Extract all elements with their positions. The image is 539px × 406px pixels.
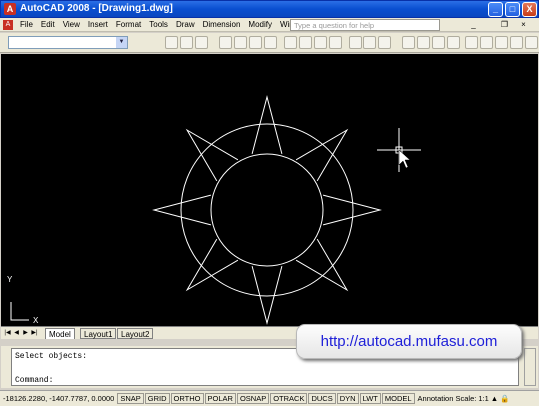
new-icon[interactable] [165,36,178,49]
status-ducs-button[interactable]: DUCS [308,393,336,404]
plot-preview-icon[interactable] [234,36,247,49]
status-polar-button[interactable]: POLAR [204,393,236,404]
website-url-banner: http://autocad.mufasu.com [296,324,522,359]
annotation-scale-value[interactable]: 1:1 [478,394,488,403]
copy-icon[interactable] [299,36,312,49]
tab-model[interactable]: Model [45,328,75,339]
menu-view[interactable]: View [59,19,84,30]
star-point[interactable] [322,194,382,226]
star-point[interactable] [185,238,239,292]
doc-minimize-button[interactable]: _ [468,20,479,30]
tool-palettes-icon[interactable] [495,36,508,49]
doc-restore-button[interactable]: ❐ [499,20,510,30]
undo-icon[interactable] [363,36,376,49]
menu-edit[interactable]: Edit [37,19,59,30]
status-dyn-button[interactable]: DYN [336,393,359,404]
ucs-icon[interactable] [10,302,29,321]
command-scrollbar[interactable] [524,348,536,386]
menu-insert[interactable]: Insert [84,19,112,30]
annotation-scale-label: Annotation Scale: [417,394,477,403]
menu-dimension[interactable]: Dimension [199,19,245,30]
star-point[interactable] [251,265,283,325]
paste-icon[interactable] [314,36,327,49]
mouse-pointer-icon[interactable] [398,149,411,169]
open-icon[interactable] [180,36,193,49]
outer-circle[interactable] [180,123,354,297]
properties-icon[interactable] [465,36,478,49]
status-model-button[interactable]: MODEL [381,393,415,404]
window-title: AutoCAD 2008 - [Drawing1.dwg] [20,3,173,14]
plot-icon[interactable] [219,36,232,49]
menu-draw[interactable]: Draw [172,19,199,30]
menu-file[interactable]: File [16,19,37,30]
doc-close-button[interactable]: × [518,20,529,30]
publish-icon[interactable] [249,36,262,49]
workspace-dropdown[interactable]: ▼ [8,36,128,49]
first-tab-icon[interactable]: |◀ [4,329,11,337]
next-tab-icon[interactable]: ▶ [22,329,29,337]
star-point[interactable] [251,95,283,155]
star-point[interactable] [295,128,349,182]
star-point[interactable] [185,128,239,182]
tab-layout1[interactable]: Layout1 [80,328,117,339]
last-tab-icon[interactable]: ▶| [31,329,38,337]
menu-format[interactable]: Format [112,19,145,30]
command-line [15,364,515,376]
command-prompt[interactable]: Command: [15,376,515,388]
standard-toolbar: ▼ [0,33,539,53]
drawing-svg[interactable]: YX [1,54,538,326]
inner-circle[interactable] [210,153,324,267]
cut-icon[interactable] [284,36,297,49]
status-lwt-button[interactable]: LWT [359,393,381,404]
prev-tab-icon[interactable]: ◀ [13,329,20,337]
drawing-canvas[interactable]: YX [1,54,538,326]
title-bar: A AutoCAD 2008 - [Drawing1.dwg] _ □ X [0,0,539,18]
status-bar: -18126.2280, -1407.7787, 0.0000 SNAP GRID… [0,390,539,406]
zoom-window-icon[interactable] [432,36,445,49]
lock-icon[interactable]: 🔒 [500,394,509,403]
star-point[interactable] [295,238,349,292]
sheet-set-icon[interactable] [510,36,523,49]
status-osnap-button[interactable]: OSNAP [236,393,270,404]
menu-tools[interactable]: Tools [145,19,172,30]
markup-icon[interactable] [525,36,538,49]
close-button[interactable]: X [522,2,537,17]
block-editor-icon[interactable] [349,36,362,49]
status-ortho-button[interactable]: ORTHO [170,393,204,404]
minimize-button[interactable]: _ [488,2,503,17]
redo-icon[interactable] [378,36,391,49]
save-icon[interactable] [195,36,208,49]
ucs-x-label[interactable]: X [33,316,39,325]
match-properties-icon[interactable] [329,36,342,49]
annotation-visibility-icon[interactable]: ▲ [491,394,498,403]
help-search-input[interactable]: Type a question for help [290,19,440,31]
star-point[interactable] [152,194,212,226]
3d-dwf-icon[interactable] [264,36,277,49]
tab-layout2[interactable]: Layout2 [117,328,154,339]
status-otrack-button[interactable]: OTRACK [270,393,308,404]
autocad-logo-icon[interactable]: A [4,3,16,15]
document-icon[interactable]: A [3,20,13,30]
status-snap-button[interactable]: SNAP [117,393,144,404]
pan-icon[interactable] [402,36,415,49]
ucs-y-label[interactable]: Y [7,275,13,284]
design-center-icon[interactable] [480,36,493,49]
coordinate-readout[interactable]: -18126.2280, -1407.7787, 0.0000 [0,394,117,403]
maximize-button[interactable]: □ [505,2,520,17]
chevron-down-icon[interactable]: ▼ [116,37,127,48]
menu-bar: A File Edit View Insert Format Tools Draw Dimen… [0,18,539,32]
zoom-previous-icon[interactable] [447,36,460,49]
status-grid-button[interactable]: GRID [144,393,170,404]
menu-modify[interactable]: Modify [244,19,276,30]
zoom-icon[interactable] [417,36,430,49]
